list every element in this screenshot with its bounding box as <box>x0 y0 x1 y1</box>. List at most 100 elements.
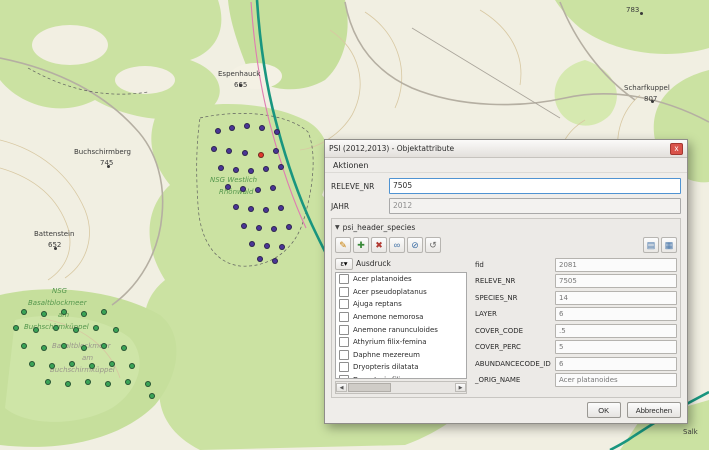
add-feature-button[interactable]: ✚ <box>353 237 369 253</box>
species-checkbox[interactable] <box>339 299 349 309</box>
field-row-jahr: JAHR 2012 <box>331 198 681 214</box>
expression-label: Ausdruck <box>356 259 391 268</box>
form-field-label: RELEVE_NR <box>475 277 555 285</box>
jahr-input[interactable]: 2012 <box>389 198 681 214</box>
relation-header[interactable]: ▼ psi_header_species <box>335 221 677 233</box>
species-checkbox[interactable] <box>339 337 349 347</box>
relation-view-toggles: ▤▦ <box>643 237 677 253</box>
dialog-menubar: Aktionen <box>325 158 687 173</box>
delete-feature-button[interactable]: ✖ <box>371 237 387 253</box>
form-field-label: LAYER <box>475 310 555 318</box>
zoom-to-feature-icon: ↺ <box>429 240 437 250</box>
species-checkbox[interactable] <box>339 375 349 379</box>
form-field-row: COVER_PERC5 <box>475 341 677 354</box>
form-field-input[interactable]: 14 <box>555 291 677 305</box>
relation-widget: ▼ psi_header_species ✎✚✖∞⊘↺ ▤▦ ε▾ Ausdru… <box>331 218 681 398</box>
releve-nr-input[interactable]: 7505 <box>389 178 681 194</box>
expression-bar: ε▾ Ausdruck <box>335 257 467 270</box>
field-row-releve-nr: RELEVE_NR 7505 <box>331 178 681 194</box>
species-checkbox[interactable] <box>339 274 349 284</box>
species-label: Ajuga reptans <box>353 300 402 308</box>
relation-toolbar-left: ✎ ✚ ✖ ∞ ⊘ ↺ <box>335 237 441 253</box>
species-list-item[interactable]: Dryopteris dilatata <box>336 361 466 374</box>
form-field-label: _ORIG_NAME <box>475 376 555 384</box>
species-list-item[interactable]: Dryopteris filix-mas <box>336 374 466 379</box>
species-list-item[interactable]: Athyrium filix-femina <box>336 336 466 349</box>
table-view-icon: ▦ <box>665 240 674 250</box>
scroll-thumb[interactable] <box>348 383 391 392</box>
menu-aktionen[interactable]: Aktionen <box>331 161 370 170</box>
species-list-item[interactable]: Anemone nemorosa <box>336 311 466 324</box>
form-field-label: SPECIES_NR <box>475 294 555 302</box>
feature-list-panel: ε▾ Ausdruck Acer platanoides Acer pseudop… <box>335 257 467 394</box>
form-field-input[interactable]: .5 <box>555 324 677 338</box>
ok-button[interactable]: OK <box>587 402 621 418</box>
species-label: Anemone ranunculoides <box>353 326 438 334</box>
species-label: Dryopteris filix-mas <box>353 376 422 379</box>
species-list-item[interactable]: Acer pseudoplatanus <box>336 286 466 299</box>
caret-down-icon: ▾ <box>344 259 348 268</box>
form-field-input[interactable]: 2081 <box>555 258 677 272</box>
dialog-title: PSI (2012,2013) - Objektattribute <box>329 144 454 153</box>
delete-feature-icon: ✖ <box>375 240 383 250</box>
expression-filter-button[interactable]: ε▾ <box>335 258 353 270</box>
species-list-item[interactable]: Acer platanoides <box>336 273 466 286</box>
species-list-item[interactable]: Anemone ranunculoides <box>336 323 466 336</box>
relation-form: fid2081RELEVE_NR7505SPECIES_NR14LAYER6CO… <box>475 257 677 394</box>
species-list-item[interactable]: Ajuga reptans <box>336 298 466 311</box>
form-field-row: RELEVE_NR7505 <box>475 275 677 288</box>
species-label: Acer platanoides <box>353 275 412 283</box>
form-field-row: LAYER6 <box>475 308 677 321</box>
dialog-footer: OK Abbrechen <box>331 402 681 419</box>
species-list[interactable]: Acer platanoides Acer pseudoplatanus Ajuga… <box>335 272 467 379</box>
cancel-button[interactable]: Abbrechen <box>627 402 681 418</box>
form-field-row: ABUNDANCECODE_ID6 <box>475 357 677 370</box>
form-field-row: SPECIES_NR14 <box>475 291 677 304</box>
relation-toolbar: ✎✚✖∞⊘↺ ▤▦ <box>335 235 677 254</box>
species-label: Athyrium filix-femina <box>353 338 427 346</box>
form-field-input[interactable]: 6 <box>555 357 677 371</box>
form-field-row: _ORIG_NAMEAcer platanoides <box>475 374 677 387</box>
form-field-label: ABUNDANCECODE_ID <box>475 360 555 368</box>
link-feature-icon: ∞ <box>394 240 400 250</box>
table-view-button[interactable]: ▦ <box>661 237 677 253</box>
species-checkbox[interactable] <box>339 362 349 372</box>
species-checkbox[interactable] <box>339 350 349 360</box>
species-label: Dryopteris dilatata <box>353 363 419 371</box>
relation-title: psi_header_species <box>343 223 416 232</box>
close-button[interactable]: x <box>670 143 683 155</box>
toggle-editing-button[interactable]: ✎ <box>335 237 351 253</box>
form-field-label: fid <box>475 261 555 269</box>
jahr-label: JAHR <box>331 202 389 211</box>
link-feature-button[interactable]: ∞ <box>389 237 405 253</box>
form-field-input[interactable]: 7505 <box>555 274 677 288</box>
form-field-input[interactable]: 5 <box>555 340 677 354</box>
zoom-to-feature-button[interactable]: ↺ <box>425 237 441 253</box>
add-feature-icon: ✚ <box>357 240 365 250</box>
species-checkbox[interactable] <box>339 325 349 335</box>
collapse-triangle-icon[interactable]: ▼ <box>335 224 340 231</box>
scroll-track[interactable] <box>347 383 455 392</box>
dialog-titlebar[interactable]: PSI (2012,2013) - Objektattribute x <box>325 140 687 158</box>
species-checkbox[interactable] <box>339 287 349 297</box>
toggle-editing-icon: ✎ <box>339 240 347 250</box>
species-checkbox[interactable] <box>339 312 349 322</box>
form-field-input[interactable]: Acer platanoides <box>555 373 677 387</box>
form-field-row: fid2081 <box>475 258 677 271</box>
species-label: Acer pseudoplatanus <box>353 288 427 296</box>
form-field-label: COVER_CODE <box>475 327 555 335</box>
form-field-input[interactable]: 6 <box>555 307 677 321</box>
species-label: Daphne mezereum <box>353 351 420 359</box>
form-view-button[interactable]: ▤ <box>643 237 659 253</box>
species-label: Anemone nemorosa <box>353 313 423 321</box>
dialog-body: RELEVE_NR 7505 JAHR 2012 ▼ psi_header_sp… <box>325 173 687 423</box>
form-field-label: COVER_PERC <box>475 343 555 351</box>
form-view-icon: ▤ <box>647 240 656 250</box>
species-list-hscrollbar[interactable]: ◀ ▶ <box>335 381 467 394</box>
scroll-right-icon[interactable]: ▶ <box>455 383 466 392</box>
scroll-left-icon[interactable]: ◀ <box>336 383 347 392</box>
unlink-feature-button[interactable]: ⊘ <box>407 237 423 253</box>
attribute-dialog: PSI (2012,2013) - Objektattribute x Akti… <box>324 139 688 424</box>
species-list-item[interactable]: Daphne mezereum <box>336 349 466 362</box>
application-window: 783Espenhauck665Scharfkuppel807Buchschir… <box>0 0 709 450</box>
